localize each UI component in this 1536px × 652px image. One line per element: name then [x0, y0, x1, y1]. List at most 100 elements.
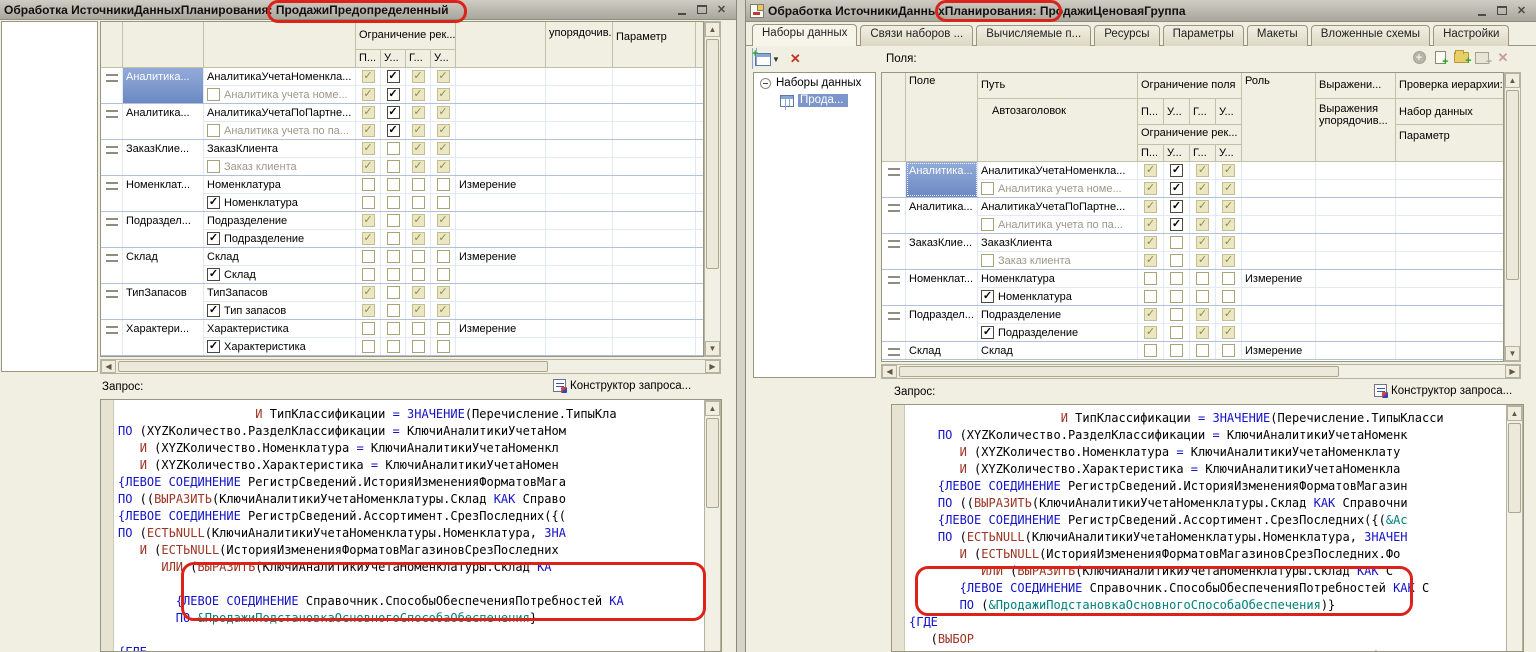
restriction-checkbox[interactable]: [1222, 236, 1235, 249]
restriction-checkbox[interactable]: [387, 124, 400, 137]
restriction-checkbox[interactable]: [1222, 326, 1235, 339]
restriction-checkbox[interactable]: [387, 178, 400, 191]
restriction-checkbox[interactable]: [1196, 254, 1209, 267]
field-cell[interactable]: Номенклат...: [906, 270, 978, 305]
close-button[interactable]: ✕: [713, 3, 730, 17]
restriction-checkbox[interactable]: [437, 340, 450, 353]
restriction-checkbox[interactable]: [412, 268, 425, 281]
restriction-checkbox[interactable]: [387, 160, 400, 173]
field-use-checkbox[interactable]: [207, 88, 220, 101]
scrollbar-thumb[interactable]: [706, 39, 719, 269]
table-row[interactable]: Номенклат...НоменклатураИзмерениеНоменкл…: [101, 176, 704, 212]
restriction-checkbox[interactable]: [1196, 200, 1209, 213]
restriction-checkbox[interactable]: [412, 196, 425, 209]
tab-1[interactable]: Наборы данных: [752, 24, 857, 46]
tab-2[interactable]: Связи наборов ...: [860, 25, 973, 46]
close-button[interactable]: ✕: [1513, 4, 1530, 18]
restriction-checkbox[interactable]: [412, 286, 425, 299]
maximize-button[interactable]: [693, 3, 710, 17]
field-cell[interactable]: Склад: [906, 342, 978, 359]
table-row[interactable]: Номенклат...НоменклатураИзмерениеНоменкл…: [882, 270, 1504, 306]
restriction-checkbox[interactable]: [437, 124, 450, 137]
field-cell[interactable]: Подраздел...: [123, 212, 204, 247]
table-row[interactable]: Аналитика...АналитикаУчетаПоПартне...Ана…: [101, 104, 704, 140]
field-cell[interactable]: Аналитика...: [123, 104, 204, 139]
field-use-checkbox[interactable]: [981, 182, 994, 195]
restriction-checkbox[interactable]: [412, 340, 425, 353]
restriction-checkbox[interactable]: [1222, 164, 1235, 177]
field-cell[interactable]: Аналитика...: [906, 198, 978, 233]
restriction-checkbox[interactable]: [437, 178, 450, 191]
restriction-checkbox[interactable]: [362, 304, 375, 317]
datasets-tree-panel[interactable]: Наборы данных Прода...: [753, 72, 876, 378]
restriction-checkbox[interactable]: [387, 232, 400, 245]
restriction-checkbox[interactable]: [437, 88, 450, 101]
restriction-checkbox[interactable]: [1144, 272, 1157, 285]
scroll-up-button[interactable]: ▲: [1507, 406, 1522, 421]
table-row[interactable]: СкладСкладИзмерениеСклад: [101, 248, 704, 284]
scroll-down-button[interactable]: ▼: [705, 341, 720, 356]
field-use-checkbox[interactable]: [207, 340, 220, 353]
field-use-checkbox[interactable]: [207, 268, 220, 281]
restriction-checkbox[interactable]: [1196, 218, 1209, 231]
restriction-checkbox[interactable]: [1144, 290, 1157, 303]
add-field-button[interactable]: +: [1411, 50, 1427, 65]
minimize-button[interactable]: [673, 3, 690, 17]
restriction-checkbox[interactable]: [362, 196, 375, 209]
table-row[interactable]: СкладСкладИзмерение: [882, 342, 1504, 360]
restriction-checkbox[interactable]: [362, 178, 375, 191]
restriction-checkbox[interactable]: [387, 286, 400, 299]
restriction-checkbox[interactable]: [387, 88, 400, 101]
fields-grid[interactable]: Поле Путь Автозаголовок Ограничение поля…: [881, 72, 1504, 362]
maximize-button[interactable]: [1493, 4, 1510, 18]
field-use-checkbox[interactable]: [981, 218, 994, 231]
restriction-checkbox[interactable]: [412, 88, 425, 101]
field-use-checkbox[interactable]: [981, 290, 994, 303]
table-row[interactable]: Подраздел...ПодразделениеПодразделение: [101, 212, 704, 248]
restriction-checkbox[interactable]: [1144, 182, 1157, 195]
restriction-checkbox[interactable]: [362, 70, 375, 83]
field-use-checkbox[interactable]: [981, 254, 994, 267]
restriction-checkbox[interactable]: [412, 70, 425, 83]
restriction-checkbox[interactable]: [437, 286, 450, 299]
restriction-checkbox[interactable]: [1222, 344, 1235, 357]
restriction-checkbox[interactable]: [437, 250, 450, 263]
restriction-checkbox[interactable]: [412, 178, 425, 191]
restriction-checkbox[interactable]: [437, 196, 450, 209]
restriction-checkbox[interactable]: [387, 196, 400, 209]
tab-3[interactable]: Вычисляемые п...: [976, 25, 1091, 46]
scroll-down-button[interactable]: ▼: [1505, 346, 1520, 361]
restriction-checkbox[interactable]: [1170, 218, 1183, 231]
restriction-checkbox[interactable]: [387, 322, 400, 335]
tab-7[interactable]: Вложенные схемы: [1311, 25, 1430, 46]
restriction-checkbox[interactable]: [437, 304, 450, 317]
tree-root-datasets[interactable]: Наборы данных: [754, 73, 875, 91]
restriction-checkbox[interactable]: [362, 160, 375, 173]
table-row[interactable]: Аналитика...АналитикаУчетаНоменкла...Ана…: [101, 68, 704, 104]
restriction-checkbox[interactable]: [412, 250, 425, 263]
restriction-checkbox[interactable]: [1144, 326, 1157, 339]
delete-field-button[interactable]: ✕: [1495, 50, 1511, 65]
restriction-checkbox[interactable]: [412, 142, 425, 155]
restriction-checkbox[interactable]: [362, 340, 375, 353]
restriction-checkbox[interactable]: [1144, 218, 1157, 231]
scrollbar-thumb[interactable]: [118, 361, 548, 372]
restriction-checkbox[interactable]: [412, 214, 425, 227]
restriction-checkbox[interactable]: [1222, 272, 1235, 285]
query-editor[interactable]: И ТипКлассификации = ЗНАЧЕНИЕ(Перечислен…: [100, 399, 722, 652]
restriction-checkbox[interactable]: [1170, 344, 1183, 357]
restriction-checkbox[interactable]: [1222, 290, 1235, 303]
restriction-checkbox[interactable]: [412, 304, 425, 317]
field-use-checkbox[interactable]: [207, 304, 220, 317]
restriction-checkbox[interactable]: [412, 322, 425, 335]
field-cell[interactable]: ЗаказКлие...: [123, 140, 204, 175]
restriction-checkbox[interactable]: [1222, 182, 1235, 195]
restriction-checkbox[interactable]: [362, 124, 375, 137]
restriction-checkbox[interactable]: [387, 340, 400, 353]
restriction-checkbox[interactable]: [1196, 308, 1209, 321]
restriction-checkbox[interactable]: [1144, 344, 1157, 357]
delete-dataset-button[interactable]: ✕: [790, 51, 801, 67]
restriction-checkbox[interactable]: [362, 106, 375, 119]
restriction-checkbox[interactable]: [437, 322, 450, 335]
restriction-checkbox[interactable]: [1144, 254, 1157, 267]
